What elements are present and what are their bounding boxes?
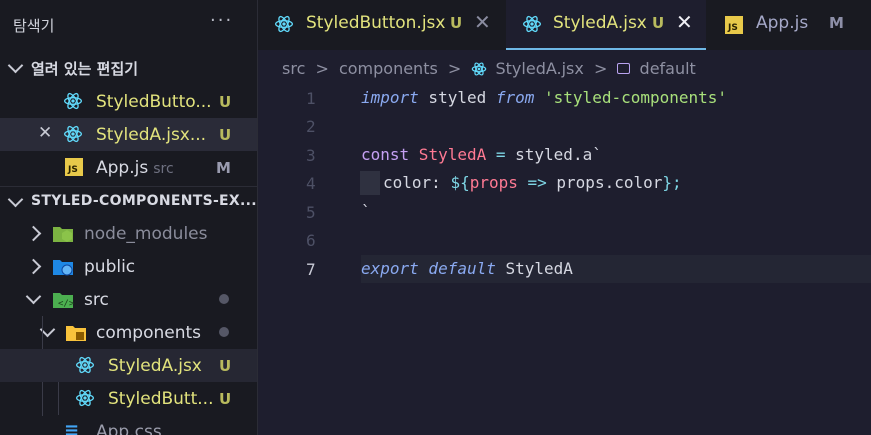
tab-appjs[interactable]: JS App.js M xyxy=(706,0,871,50)
code-text: import styled from 'styled-components' xyxy=(361,88,728,107)
tree-item-components[interactable]: components xyxy=(0,316,257,349)
chevron-down-icon xyxy=(25,288,42,305)
code-text: color: ${props => props.color}; xyxy=(383,173,682,192)
close-icon[interactable]: ✕ xyxy=(676,10,693,34)
breadcrumb: src > components > StyledA.jsx > default xyxy=(282,58,696,78)
folder-name: components xyxy=(96,323,202,343)
editor-tabs: StyledButton.jsx U ✕ StyledA.jsx U ✕ JS … xyxy=(258,0,871,50)
tab-styledbutton[interactable]: StyledButton.jsx U ✕ xyxy=(258,0,506,50)
code-line: 1 import styled from 'styled-components' xyxy=(258,84,871,112)
react-icon xyxy=(523,15,541,33)
code-text: const StyledA = styled.a` xyxy=(361,145,602,164)
untracked-badge: U xyxy=(219,390,232,408)
react-icon xyxy=(76,389,94,407)
public-folder-icon xyxy=(53,260,73,276)
folder-name: public xyxy=(84,257,136,277)
untracked-badge: U xyxy=(219,93,232,111)
js-icon: JS xyxy=(65,158,83,176)
breadcrumb-item-src[interactable]: src xyxy=(282,59,305,78)
file-name: StyledButto... xyxy=(96,92,212,112)
status-dot xyxy=(219,294,229,304)
folder-name: src xyxy=(84,290,109,310)
breadcrumb-item-symbol[interactable]: default xyxy=(640,59,696,78)
code-line: 3 const StyledA = styled.a` xyxy=(258,141,871,169)
project-label: STYLED-COMPONENTS-EX... xyxy=(31,193,257,209)
react-icon xyxy=(275,15,293,33)
line-number: 6 xyxy=(306,231,316,250)
explorer-header: 탐색기 ··· xyxy=(0,0,257,50)
indent-guide xyxy=(360,171,380,195)
explorer-title: 탐색기 xyxy=(13,17,55,35)
close-icon[interactable]: ✕ xyxy=(38,123,52,143)
open-editors-section[interactable]: 열려 있는 편집기 xyxy=(0,53,257,83)
line-number: 4 xyxy=(306,174,316,193)
js-icon: JS xyxy=(725,16,743,34)
file-name: App.css xyxy=(96,422,162,435)
file-name: App.js src xyxy=(96,158,174,178)
breadcrumb-item-components[interactable]: components xyxy=(339,59,438,78)
line-number: 2 xyxy=(306,117,316,136)
more-actions-icon[interactable]: ··· xyxy=(210,10,233,31)
tree-item-styledbutton[interactable]: StyledButt... U xyxy=(0,382,257,415)
src-folder-icon: </> xyxy=(53,293,74,309)
open-editor-item-styledbutton[interactable]: StyledButto... U xyxy=(0,85,257,118)
react-icon xyxy=(64,125,82,143)
tree-item-node-modules[interactable]: node_modules xyxy=(0,217,257,250)
untracked-badge: U xyxy=(219,357,232,375)
chevron-right-icon: > xyxy=(315,59,329,78)
chevron-down-icon xyxy=(7,191,24,208)
code-line: 5 ` xyxy=(258,198,871,226)
chevron-right-icon: > xyxy=(447,59,462,78)
chevron-right-icon xyxy=(25,225,42,242)
react-icon xyxy=(76,356,94,374)
css-icon: ≡ xyxy=(64,420,80,435)
tree-item-styleda[interactable]: StyledA.jsx U xyxy=(0,349,257,382)
untracked-badge: U xyxy=(652,14,665,32)
line-number: 3 xyxy=(306,146,316,165)
file-name: StyledA.jsx... xyxy=(96,125,207,145)
folder-name: node_modules xyxy=(84,224,208,244)
tree-item-appcss[interactable]: ≡ App.css xyxy=(0,415,257,435)
modified-badge: M xyxy=(216,159,231,177)
tree-item-public[interactable]: public xyxy=(0,250,257,283)
tab-styleda[interactable]: StyledA.jsx U ✕ xyxy=(506,0,706,50)
tab-label: App.js xyxy=(756,13,809,33)
open-editors-label: 열려 있는 편집기 xyxy=(31,60,139,78)
breadcrumb-item-file[interactable]: StyledA.jsx xyxy=(496,59,584,78)
chevron-right-icon xyxy=(25,258,42,275)
file-name: StyledButt... xyxy=(108,389,214,409)
file-name: StyledA.jsx xyxy=(108,356,202,376)
project-section[interactable]: STYLED-COMPONENTS-EX... xyxy=(0,186,257,217)
code-line: 4 color: ${props => props.color}; xyxy=(258,169,871,197)
line-number: 5 xyxy=(306,203,316,222)
modified-badge: M xyxy=(829,14,844,32)
explorer-sidebar: 탐색기 ··· 열려 있는 편집기 StyledButto... U ✕ Sty… xyxy=(0,0,258,435)
line-number: 7 xyxy=(306,260,316,279)
line-number: 1 xyxy=(306,89,316,108)
code-text: export default StyledA xyxy=(361,259,573,278)
tree-item-src[interactable]: </> src xyxy=(0,283,257,316)
tab-label: StyledButton.jsx xyxy=(306,13,446,33)
status-dot xyxy=(219,327,229,337)
code-line: 6 xyxy=(258,226,871,254)
untracked-badge: U xyxy=(219,126,232,144)
open-editor-item-appjs[interactable]: JS App.js src M xyxy=(0,151,257,184)
symbol-variable-icon xyxy=(617,63,631,74)
react-icon xyxy=(64,92,82,110)
open-editor-item-styleda[interactable]: ✕ StyledA.jsx... U xyxy=(0,118,257,151)
code-editor[interactable]: 1 import styled from 'styled-components'… xyxy=(258,84,871,435)
chevron-right-icon: > xyxy=(593,59,608,78)
components-folder-icon xyxy=(66,326,86,341)
untracked-badge: U xyxy=(450,14,463,32)
code-line: 7 export default StyledA xyxy=(258,255,871,283)
chevron-down-icon xyxy=(7,57,24,74)
close-icon[interactable]: ✕ xyxy=(474,10,491,34)
code-text: ` xyxy=(361,202,371,221)
tab-label: StyledA.jsx xyxy=(553,13,647,33)
node-folder-icon xyxy=(53,227,73,242)
code-line: 2 xyxy=(258,112,871,140)
svg-text:</>: </> xyxy=(58,299,74,309)
react-icon xyxy=(472,61,487,76)
